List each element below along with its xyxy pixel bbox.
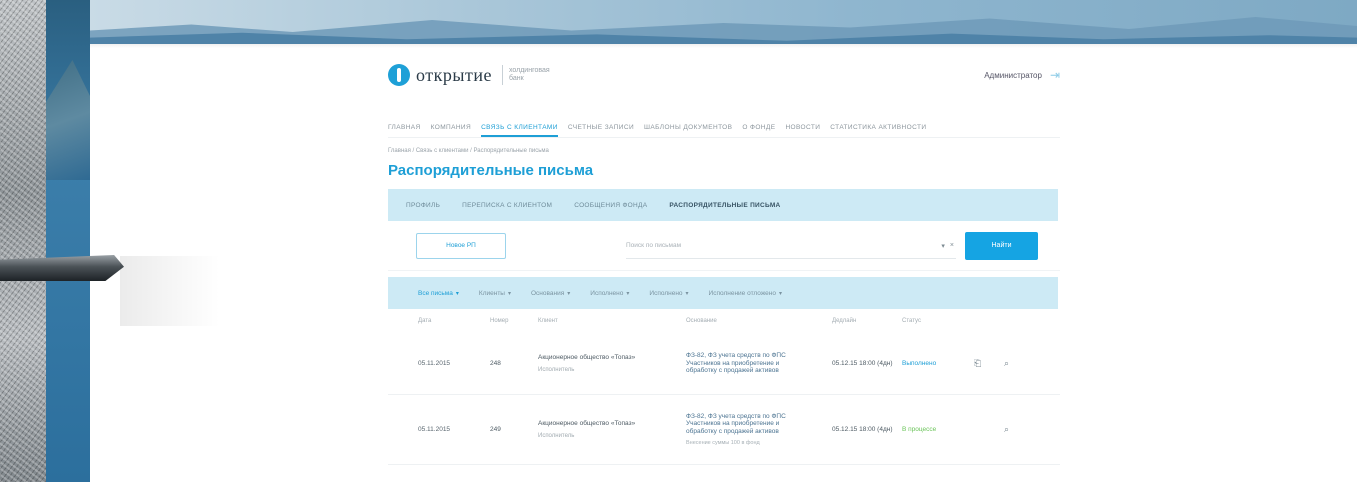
find-button[interactable]: Найти: [965, 232, 1038, 260]
search-controls: ▾ ×: [941, 242, 954, 250]
status-badge: Выполнено: [902, 360, 937, 367]
row-number: 249: [490, 426, 501, 433]
filter-bar: Все письма ▾ Клиенты ▾ Основания ▾ Исполнен…: [388, 277, 1058, 309]
client-role: Исполнитель: [538, 433, 575, 439]
row-client: Акционерное общество «Топаз» Исполнитель: [538, 354, 686, 373]
filter-label: Исполнено: [649, 289, 683, 297]
nav-item-templates[interactable]: Шаблоны документов: [644, 124, 732, 137]
filter-clients[interactable]: Клиенты ▾: [479, 290, 511, 297]
background-rock: [0, 0, 46, 482]
logo-text: открытие: [416, 64, 492, 85]
chevron-down-icon: ▾: [685, 290, 689, 297]
breadcrumb[interactable]: Главная / Связь с клиентами / Распорядит…: [388, 148, 1060, 154]
nav-item-main[interactable]: Главная: [388, 124, 421, 137]
chevron-down-icon[interactable]: ▾: [941, 242, 945, 250]
row-deadline: 05.12.15 18:00 (4дн): [832, 359, 893, 367]
reason-link[interactable]: ФЗ-82, ФЗ учета средств по ФПС Участнико…: [686, 413, 806, 436]
tab-profile[interactable]: Профиль: [406, 202, 440, 209]
row-date: 05.11.2015: [418, 426, 451, 433]
search-icon[interactable]: ⌕: [1004, 424, 1034, 435]
client-role: Исполнитель: [538, 367, 575, 373]
reason-note: Внесение суммы 100 в фонд: [686, 440, 760, 447]
new-letter-button[interactable]: Новое РП: [416, 232, 506, 259]
filter-label: Исполнение отложено: [708, 289, 776, 297]
col-number[interactable]: Номер: [490, 318, 538, 324]
col-reason[interactable]: Основание: [686, 318, 832, 324]
search-input[interactable]: Поиск по письмам ▾ ×: [626, 233, 956, 259]
col-date[interactable]: Дата: [388, 318, 490, 324]
nav-item-news[interactable]: Новости: [785, 124, 820, 137]
background-sky: [90, 0, 1357, 44]
site-header: открытие холдинговая банк Администратор …: [388, 50, 1060, 100]
tab-fund-messages[interactable]: Сообщения фонда: [574, 202, 647, 209]
col-status[interactable]: Статус: [902, 318, 974, 324]
status-badge: В процессе: [902, 426, 937, 433]
filter-executed[interactable]: Исполнено ▾: [590, 290, 629, 297]
user-name[interactable]: Администратор: [984, 71, 1042, 80]
table-row[interactable]: 05.11.2015 248 Акционерное общество «Топ…: [388, 333, 1060, 395]
client-name[interactable]: Акционерное общество «Топаз»: [538, 420, 686, 428]
main-nav: Главная Компания Связь с клиентами Счетн…: [388, 114, 1060, 138]
nav-item-accounts[interactable]: Счетные записи: [568, 124, 634, 137]
filter-executed-2[interactable]: Исполнено ▾: [649, 290, 688, 297]
filter-postponed[interactable]: Исполнение отложено ▾: [709, 290, 782, 297]
chevron-down-icon: ▾: [455, 290, 459, 297]
reason-link[interactable]: ФЗ-82, ФЗ учета средств по ФПС Участнико…: [686, 352, 806, 375]
filter-reasons[interactable]: Основания ▾: [531, 290, 570, 297]
sky-shadow: [90, 44, 1357, 48]
table-header: Дата Номер Клиент Основание Дедлайн Стат…: [388, 309, 1060, 333]
col-client[interactable]: Клиент: [538, 318, 686, 324]
client-name[interactable]: Акционерное общество «Топаз»: [538, 354, 686, 362]
chevron-down-icon: ▾: [567, 290, 571, 297]
row-reason: ФЗ-82, ФЗ учета средств по ФПС Участнико…: [686, 413, 832, 447]
tab-letters[interactable]: Распорядительные письма: [669, 202, 780, 209]
chevron-down-icon: ▾: [626, 290, 630, 297]
filter-label: Основания: [531, 289, 565, 297]
row-deadline: 05.12.15 18:00 (4дн): [832, 425, 893, 433]
tab-correspondence[interactable]: Переписка с клиентом: [462, 202, 552, 209]
nav-item-company[interactable]: Компания: [431, 124, 471, 137]
logo[interactable]: открытие холдинговая банк: [388, 64, 550, 86]
row-number: 248: [490, 360, 501, 367]
logout-icon[interactable]: ⇥: [1050, 68, 1060, 82]
filter-label: Исполнено: [590, 289, 624, 297]
filter-all[interactable]: Все письма ▾: [418, 290, 459, 297]
document-icon[interactable]: ⎗: [974, 358, 1004, 369]
nav-item-clients[interactable]: Связь с клиентами: [481, 124, 558, 137]
blade-shadow: [120, 256, 220, 326]
header-user-area: Администратор ⇥: [984, 68, 1060, 82]
row-date: 05.11.2015: [418, 360, 451, 367]
logo-subtitle: холдинговая банк: [508, 67, 550, 82]
search-placeholder: Поиск по письмам: [626, 242, 682, 249]
row-reason: ФЗ-82, ФЗ учета средств по ФПС Участнико…: [686, 352, 832, 375]
chevron-down-icon: ▾: [778, 290, 782, 297]
page-title: Распорядительные письма: [388, 162, 594, 179]
filter-label: Клиенты: [478, 289, 505, 297]
page: открытие холдинговая банк Администратор …: [388, 50, 1060, 465]
sub-tabs: Профиль Переписка с клиентом Сообщения ф…: [388, 189, 1058, 221]
table-row[interactable]: 05.11.2015 249 Акционерное общество «Топ…: [388, 395, 1060, 465]
filter-label: Все письма: [418, 289, 453, 297]
nav-item-about[interactable]: О фонде: [742, 124, 775, 137]
clear-icon[interactable]: ×: [950, 242, 954, 250]
row-client: Акционерное общество «Топаз» Исполнитель: [538, 420, 686, 439]
logo-icon: [388, 64, 410, 86]
chevron-down-icon: ▾: [507, 290, 511, 297]
search-icon[interactable]: ⌕: [1004, 358, 1034, 369]
nav-item-stats[interactable]: Статистика активности: [830, 124, 926, 137]
toolbar: Новое РП Поиск по письмам ▾ × Найти: [388, 221, 1060, 271]
logo-separator: [501, 65, 503, 85]
col-deadline[interactable]: Дедлайн: [832, 318, 902, 324]
